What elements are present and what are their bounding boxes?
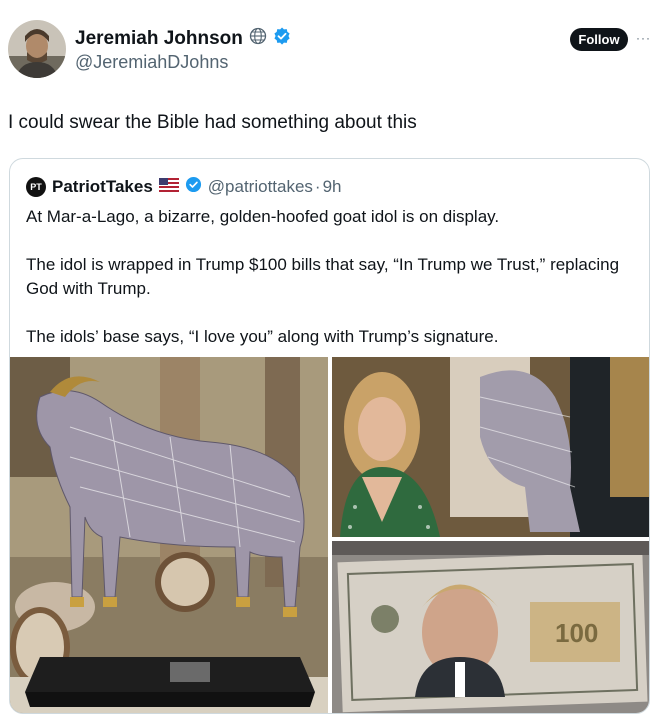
woman-with-statue-photo[interactable] — [332, 357, 650, 537]
quoted-author-avatar[interactable]: PT — [26, 177, 46, 197]
quoted-tweet-header: PT PatriotTakes @patriottakes · 9h — [26, 176, 342, 198]
time-separator: · — [314, 177, 321, 196]
more-options-icon[interactable]: ··· — [636, 31, 651, 45]
follow-button[interactable]: Follow — [570, 28, 628, 51]
quoted-author-handle[interactable]: @patriottakes — [208, 177, 313, 197]
quoted-tweet[interactable]: PT PatriotTakes @patriottakes · 9h At Mar-… — [9, 158, 650, 714]
trump-bill-photo[interactable]: 100 — [332, 541, 650, 714]
us-flag-icon — [158, 177, 179, 197]
tweet-text: I could swear the Bible had something ab… — [8, 112, 417, 133]
quoted-author-name[interactable]: PatriotTakes — [52, 177, 153, 197]
quoted-tweet-body: At Mar-a-Lago, a bizarre, golden-hoofed … — [26, 205, 636, 373]
quoted-timestamp[interactable]: 9h — [323, 177, 342, 197]
author-handle[interactable]: @JeremiahDJohns — [75, 52, 228, 73]
media-grid: 100 — [10, 357, 650, 714]
author-name[interactable]: Jeremiah Johnson — [75, 28, 243, 50]
goat-statue-photo[interactable] — [10, 357, 328, 714]
quoted-paragraph: The idol is wrapped in Trump $100 bills … — [26, 255, 620, 298]
author-name-row: Jeremiah Johnson — [75, 27, 291, 50]
quoted-paragraph: At Mar-a-Lago, a bizarre, golden-hoofed … — [26, 207, 500, 226]
author-avatar[interactable] — [8, 20, 66, 78]
quoted-paragraph: The idols’ base says, “I love you” along… — [26, 327, 499, 346]
verified-badge-icon — [273, 27, 291, 50]
tweet-header: Jeremiah Johnson @JeremiahDJohns Follow … — [0, 0, 656, 100]
quoted-verified-badge-icon — [185, 176, 202, 198]
globe-icon — [249, 27, 267, 50]
svg-text:100: 100 — [555, 618, 598, 648]
